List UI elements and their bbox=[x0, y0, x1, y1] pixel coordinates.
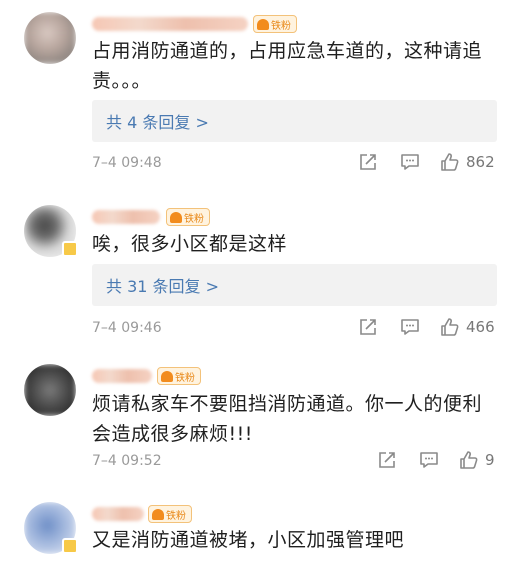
comment-actions: 466 bbox=[358, 317, 495, 337]
fan-heart-icon bbox=[161, 370, 173, 382]
fan-badge: 铁粉 bbox=[253, 15, 297, 33]
fan-heart-icon bbox=[170, 211, 182, 223]
fan-badge: 铁粉 bbox=[157, 367, 201, 385]
timestamp: 7–4 09:52 bbox=[92, 453, 162, 469]
like-icon[interactable] bbox=[440, 317, 460, 337]
comment-text: 又是消防通道被堵，小区加强管理吧 bbox=[92, 529, 405, 551]
verified-badge-icon bbox=[62, 241, 78, 257]
like-count: 9 bbox=[485, 451, 495, 469]
comment-text: 占用消防通道的，占用应急车道的，这种请追责。。。 bbox=[92, 40, 483, 92]
fan-badge: 铁粉 bbox=[148, 505, 192, 523]
verified-badge-icon bbox=[62, 538, 78, 554]
comment-list: 铁粉 占用消防通道的，占用应急车道的，这种请追责。。。 共 4 条回复 > 7–… bbox=[0, 0, 516, 566]
share-icon[interactable] bbox=[377, 450, 397, 470]
comment-actions: 9 bbox=[377, 450, 495, 470]
username-blurred[interactable] bbox=[92, 210, 160, 224]
comment-actions: 862 bbox=[358, 152, 495, 172]
timestamp: 7–4 09:48 bbox=[92, 155, 162, 171]
view-replies-link[interactable]: 共 4 条回复 > bbox=[92, 100, 497, 142]
username-blurred[interactable] bbox=[92, 369, 152, 383]
comment-text: 唉，很多小区都是这样 bbox=[92, 233, 288, 255]
like-icon[interactable] bbox=[459, 450, 479, 470]
fan-badge: 铁粉 bbox=[166, 208, 210, 226]
username-blurred[interactable] bbox=[92, 17, 248, 31]
like-count: 862 bbox=[466, 153, 495, 171]
share-icon[interactable] bbox=[358, 152, 378, 172]
timestamp: 7–4 09:46 bbox=[92, 320, 162, 336]
fan-heart-icon bbox=[152, 508, 164, 520]
comment-icon[interactable] bbox=[400, 317, 420, 337]
avatar[interactable] bbox=[24, 364, 76, 416]
comment-icon[interactable] bbox=[400, 152, 420, 172]
fan-heart-icon bbox=[257, 18, 269, 30]
username-blurred[interactable] bbox=[92, 507, 144, 521]
like-count: 466 bbox=[466, 318, 495, 336]
view-replies-link[interactable]: 共 31 条回复 > bbox=[92, 264, 497, 306]
comment-text: 烦请私家车不要阻挡消防通道。你一人的便利会造成很多麻烦!!! bbox=[92, 393, 483, 445]
share-icon[interactable] bbox=[358, 317, 378, 337]
avatar[interactable] bbox=[24, 12, 76, 64]
comment-icon[interactable] bbox=[419, 450, 439, 470]
like-icon[interactable] bbox=[440, 152, 460, 172]
